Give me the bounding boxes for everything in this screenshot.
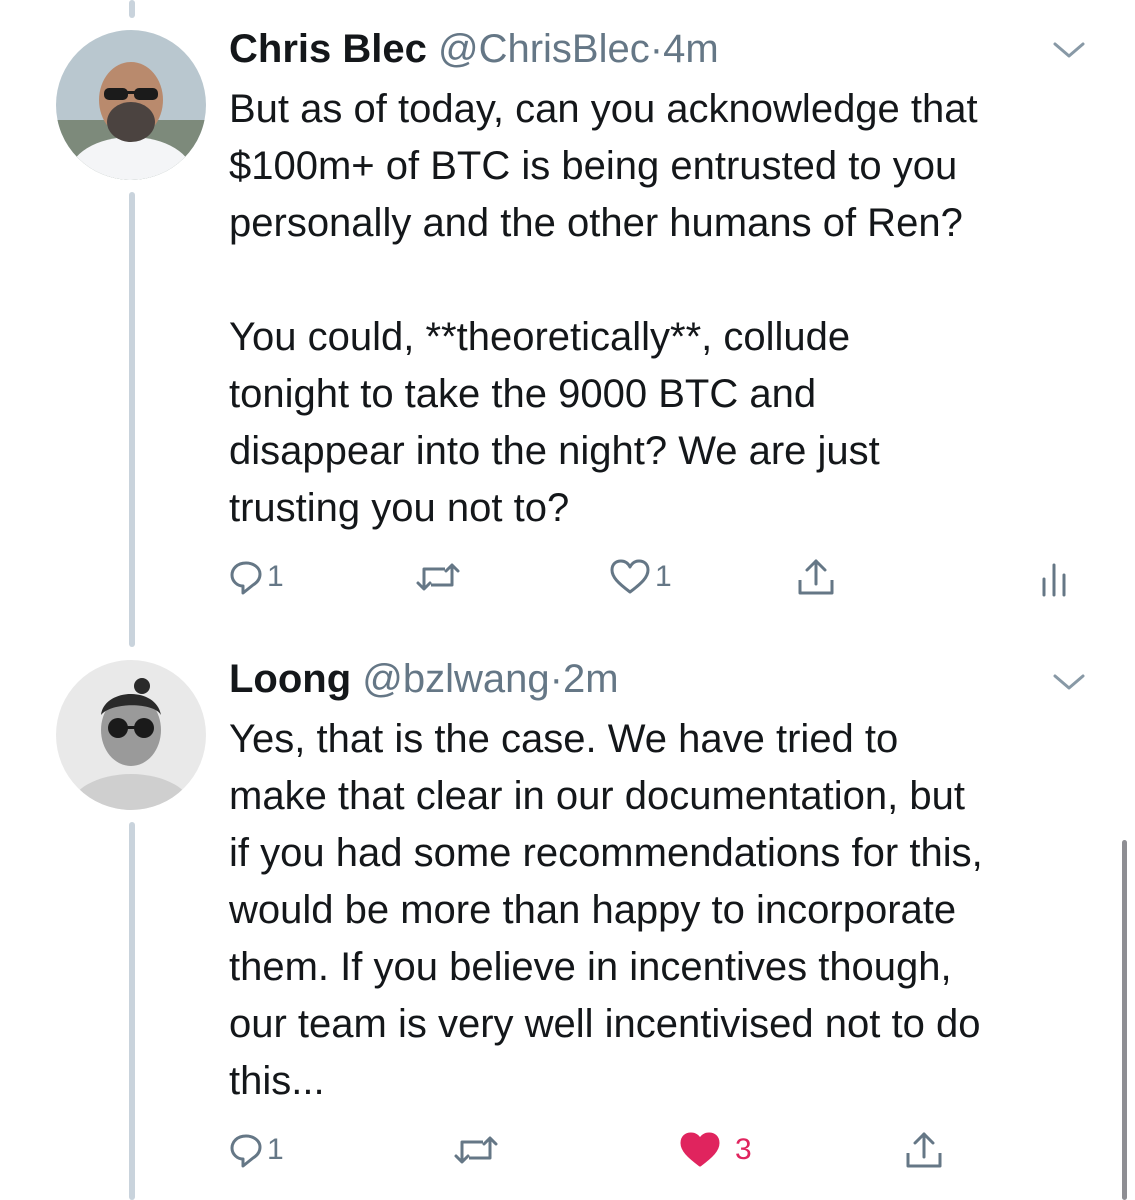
chevron-down-icon[interactable]	[1051, 38, 1087, 62]
reply-icon	[230, 1134, 262, 1168]
author-handle[interactable]: @bzlwang	[362, 657, 549, 701]
retweet-button[interactable]	[453, 1125, 499, 1175]
like-count: 1	[655, 560, 672, 593]
tweet[interactable]: Loong @bzlwang·2m Yes, that is the case.…	[0, 640, 1135, 1200]
chevron-down-icon[interactable]	[1051, 670, 1087, 694]
retweet-icon	[454, 1136, 498, 1164]
like-icon	[610, 559, 650, 594]
like-button[interactable]: 1	[609, 552, 672, 602]
reply-button[interactable]: 1	[229, 1125, 284, 1175]
tweet-text: Yes, that is the case. We have tried to …	[229, 717, 983, 1103]
separator: ·	[549, 657, 563, 701]
share-button[interactable]	[795, 552, 837, 602]
share-icon	[906, 1132, 942, 1168]
reply-button[interactable]: 1	[229, 552, 284, 602]
retweet-icon	[416, 563, 460, 591]
scrollbar[interactable]	[1122, 840, 1127, 1200]
like-count: 3	[735, 1133, 752, 1166]
share-button[interactable]	[903, 1125, 945, 1175]
avatar[interactable]	[56, 660, 206, 810]
timestamp[interactable]: 2m	[563, 657, 619, 701]
reply-icon	[230, 561, 262, 595]
separator: ·	[649, 27, 664, 71]
reply-count: 1	[267, 560, 284, 593]
author-handle[interactable]: @ChrisBlec	[438, 27, 650, 71]
author-name[interactable]: Loong	[229, 657, 351, 701]
avatar[interactable]	[56, 30, 206, 180]
tweet-text: But as of today, can you acknowledge tha…	[229, 87, 978, 530]
tweet-header: Loong @bzlwang·2m	[229, 654, 619, 704]
share-icon	[798, 559, 834, 595]
analytics-icon	[1042, 563, 1066, 597]
tweet-header: Chris Blec @ChrisBlec·4m	[229, 24, 719, 74]
tweet[interactable]: Chris Blec @ChrisBlec·4m But as of today…	[0, 0, 1135, 640]
analytics-button[interactable]	[1039, 552, 1069, 602]
author-name[interactable]: Chris Blec	[229, 27, 427, 71]
retweet-button[interactable]	[415, 552, 461, 602]
timestamp[interactable]: 4m	[663, 27, 719, 71]
like-button[interactable]: 3	[679, 1125, 752, 1175]
reply-count: 1	[267, 1133, 284, 1166]
like-icon	[680, 1132, 720, 1167]
